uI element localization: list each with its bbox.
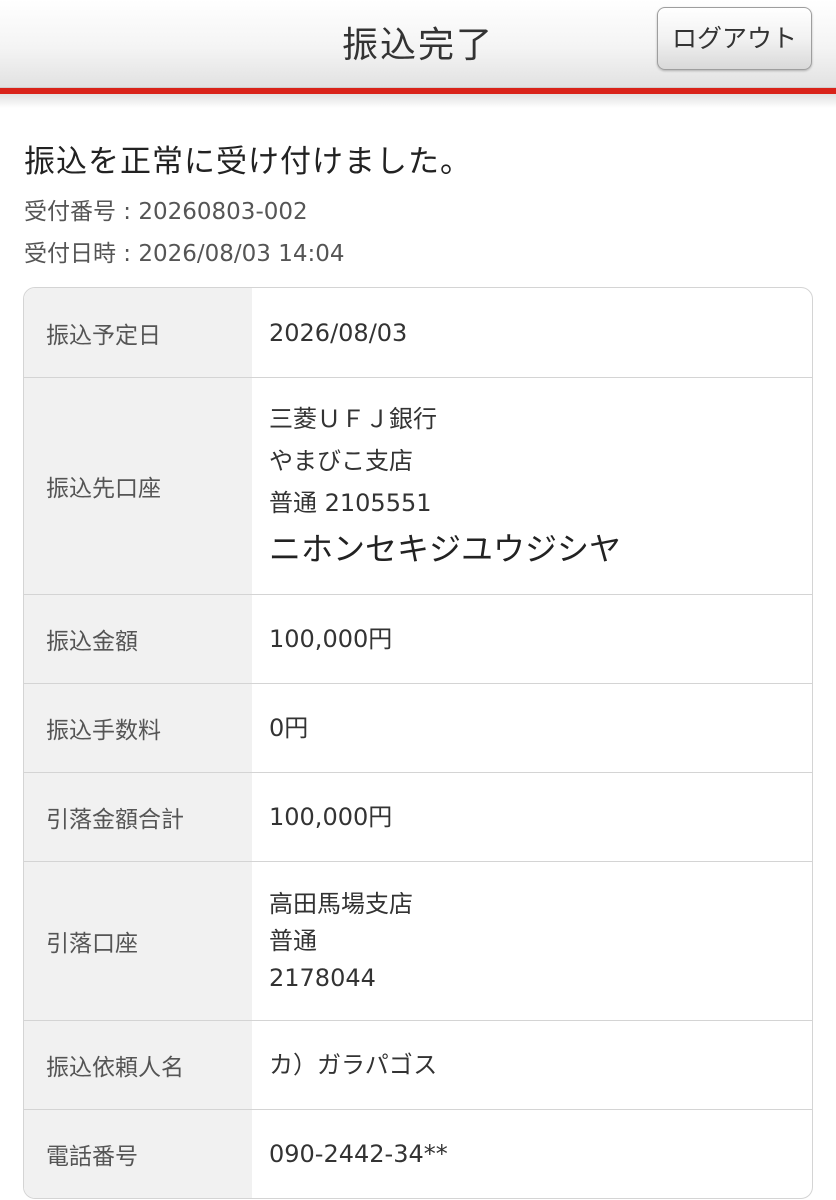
debit-branch-name: 高田馬場支店 — [269, 889, 413, 918]
logout-button[interactable]: ログアウト — [657, 7, 812, 70]
transfer-date-value: 2026/08/03 — [269, 318, 408, 347]
debit-account-number: 2178044 — [269, 963, 376, 992]
row-label: 振込予定日 — [24, 288, 252, 377]
payee-account-number: 普通 2105551 — [269, 489, 432, 517]
row-requester: 振込依頼人名 カ）ガラパゴス — [24, 1020, 812, 1109]
payee-bank-name: 三菱ＵＦＪ銀行 — [269, 405, 437, 433]
requester-value: カ）ガラパゴス — [269, 1051, 438, 1079]
row-value: 090-2442-34** — [252, 1110, 812, 1198]
payee-branch-name: やまびこ支店 — [269, 447, 413, 475]
row-label: 引落金額合計 — [24, 773, 252, 861]
row-phone: 電話番号 090-2442-34** — [24, 1109, 812, 1198]
row-transfer-date: 振込予定日 2026/08/03 — [24, 288, 812, 377]
row-value: 高田馬場支店 普通 2178044 — [252, 862, 812, 1020]
row-label: 電話番号 — [24, 1110, 252, 1198]
row-value: 三菱ＵＦＪ銀行 やまびこ支店 普通 2105551 ニホンセキジユウジシヤ — [252, 378, 812, 594]
app-header: 振込完了 ログアウト — [0, 0, 836, 88]
receipt-datetime: 受付日時 : 2026/08/03 14:04 — [24, 241, 345, 267]
row-total: 引落金額合計 100,000円 — [24, 772, 812, 861]
header-shadow — [0, 94, 836, 108]
row-value: カ）ガラパゴス — [252, 1021, 812, 1109]
row-fee: 振込手数料 0円 — [24, 683, 812, 772]
row-payee-account: 振込先口座 三菱ＵＦＪ銀行 やまびこ支店 普通 2105551 ニホンセキジユウ… — [24, 377, 812, 594]
row-value: 100,000円 — [252, 595, 812, 683]
row-amount: 振込金額 100,000円 — [24, 594, 812, 683]
receipt-number: 受付番号 : 20260803-002 — [24, 199, 308, 225]
amount-value: 100,000円 — [269, 625, 393, 653]
row-label: 振込先口座 — [24, 378, 252, 594]
row-debit-account: 引落口座 高田馬場支店 普通 2178044 — [24, 861, 812, 1020]
completion-message: 振込を正常に受け付けました。 — [24, 144, 472, 180]
row-value: 100,000円 — [252, 773, 812, 861]
row-label: 振込手数料 — [24, 684, 252, 772]
total-value: 100,000円 — [269, 803, 393, 831]
transfer-details-table: 振込予定日 2026/08/03 振込先口座 三菱ＵＦＪ銀行 やまびこ支店 普通… — [23, 287, 813, 1199]
row-label: 引落口座 — [24, 862, 252, 1020]
payee-account-holder: ニホンセキジユウジシヤ — [269, 530, 622, 568]
row-label: 振込依頼人名 — [24, 1021, 252, 1109]
row-value: 0円 — [252, 684, 812, 772]
debit-account-type: 普通 — [269, 926, 317, 955]
row-value: 2026/08/03 — [252, 288, 812, 377]
row-label: 振込金額 — [24, 595, 252, 683]
phone-value: 090-2442-34** — [269, 1140, 448, 1168]
fee-value: 0円 — [269, 714, 309, 742]
